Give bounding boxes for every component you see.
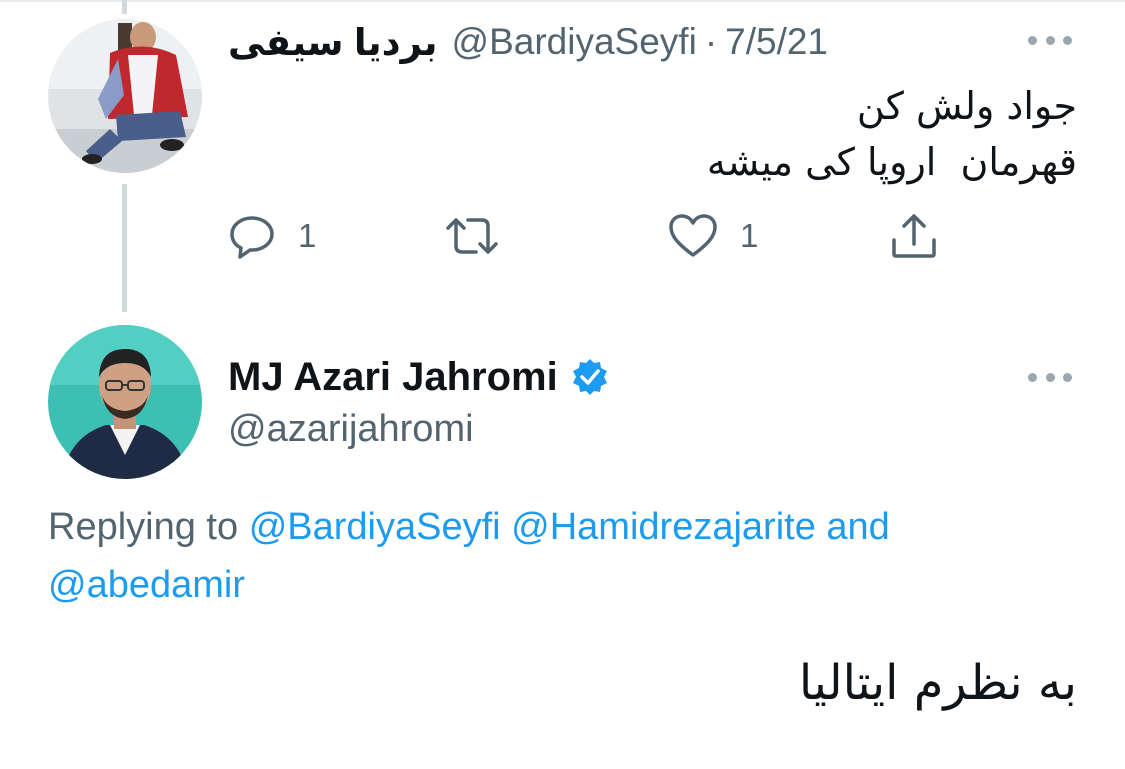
replying-to-line: Replying to @BardiyaSeyfi @Hamidrezajari… (48, 498, 1088, 614)
reply-handle[interactable]: @azarijahromi (228, 408, 474, 451)
mention-and[interactable]: and (826, 506, 889, 548)
avatar-photo-azarijahromi (48, 325, 202, 479)
more-options-icon[interactable] (1028, 370, 1072, 384)
share-icon (892, 214, 936, 258)
parent-tweet-header: بردیا سیفی @BardiyaSeyfi · 7/5/21 (228, 14, 828, 70)
retweet-button[interactable] (444, 206, 500, 266)
parent-text-line-1: جواد ولش کن (856, 84, 1077, 128)
thread-line-top (122, 0, 127, 14)
like-count: 1 (740, 217, 759, 254)
header-separator: · (704, 21, 718, 62)
reply-button[interactable]: 1 (228, 206, 316, 266)
like-button[interactable]: 1 (668, 206, 758, 266)
avatar-bardiya[interactable] (48, 19, 202, 173)
avatar-azarijahromi[interactable] (48, 325, 202, 479)
reply-tweet-text: به نظرم ایتالیا (798, 655, 1077, 711)
reply-author-name-row: MJ Azari Jahromi (228, 350, 610, 404)
retweet-icon (446, 218, 498, 254)
parent-action-bar: 1 1 (228, 206, 948, 266)
reply-count: 1 (298, 217, 317, 254)
thread-connector-line (122, 184, 127, 312)
avatar-photo-bardiya (48, 19, 202, 173)
mention-bardiyaseyfi[interactable]: @BardiyaSeyfi (249, 506, 501, 548)
reply-display-name[interactable]: MJ Azari Jahromi (228, 355, 558, 400)
share-button[interactable] (888, 206, 940, 266)
parent-tweet-text: جواد ولش کن قهرمان اروپا کی میشه (707, 78, 1077, 190)
verified-badge-icon (572, 359, 607, 395)
parent-display-name[interactable]: بردیا سیفی (228, 21, 438, 64)
parent-handle[interactable]: @BardiyaSeyfi (452, 21, 697, 63)
replying-to-label: Replying to (48, 506, 239, 548)
mention-hamidrezajarite[interactable]: @Hamidrezajarite (511, 506, 816, 548)
top-divider (0, 0, 1125, 2)
mention-abedamir[interactable]: @abedamir (48, 564, 245, 606)
more-options-icon[interactable] (1028, 33, 1072, 47)
heart-icon (669, 214, 717, 257)
parent-date[interactable]: 7/5/21 (725, 21, 828, 63)
parent-text-line-2: قهرمان اروپا کی میشه (706, 140, 1077, 184)
reply-icon (230, 216, 274, 259)
